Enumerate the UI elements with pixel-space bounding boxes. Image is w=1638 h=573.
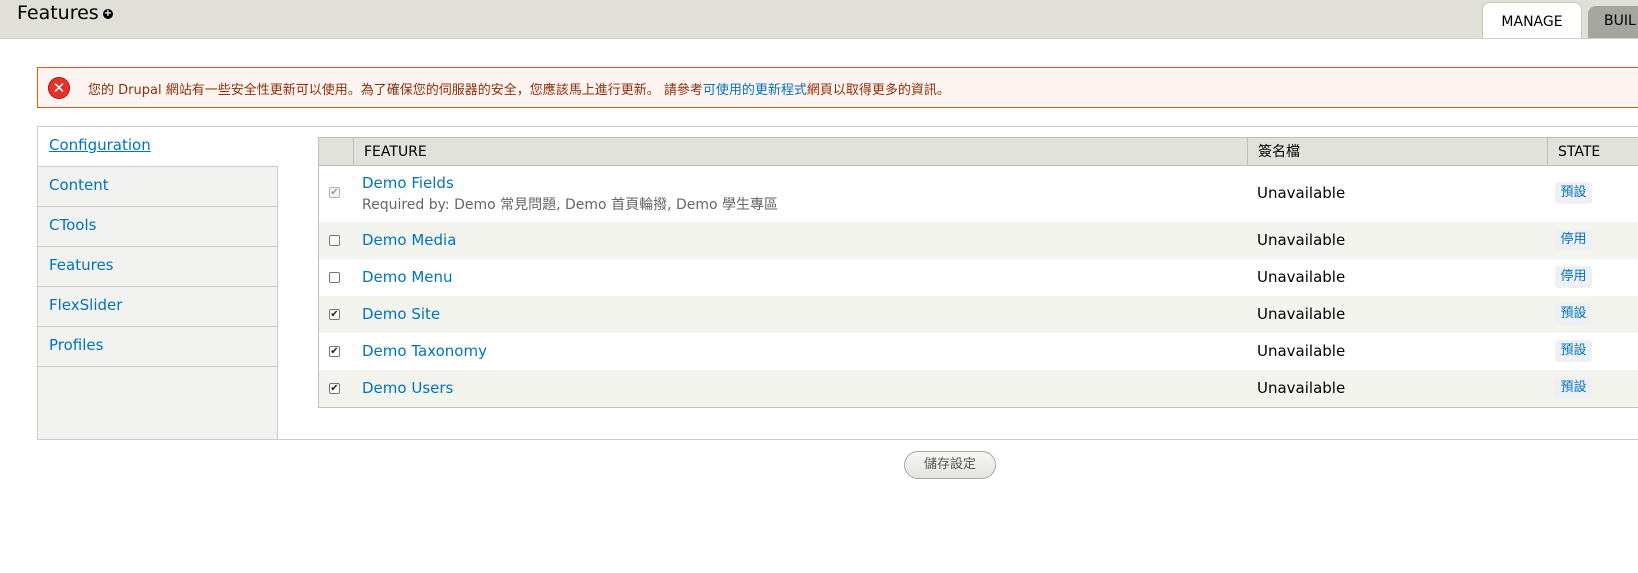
state-badge[interactable]: 預設 [1555, 377, 1592, 399]
available-updates-link[interactable]: 可使用的更新程式 [703, 83, 807, 98]
vtab-features[interactable]: Features [38, 247, 277, 287]
message-text-before: 您的 Drupal 網站有一些安全性更新可以使用。為了確保您的伺服器的安全，您應… [88, 83, 703, 98]
message-text-after: 網頁以取得更多的資訊。 [806, 83, 950, 98]
state-badge[interactable]: 預設 [1555, 182, 1592, 204]
feature-link[interactable]: Demo Fields [362, 174, 454, 192]
signature-value: Unavailable [1257, 231, 1346, 249]
features-table: FEATURE 簽名檔 STATE ✔ Demo Fields Required… [318, 137, 1638, 408]
column-header-state: STATE [1547, 138, 1638, 165]
state-badge[interactable]: 停用 [1555, 266, 1592, 288]
save-settings-button[interactable]: 儲存設定 [904, 451, 996, 479]
tab-manage[interactable]: MANAGE [1482, 2, 1582, 38]
feature-checkbox[interactable]: ✔ [329, 383, 340, 394]
page-header: Features + MANAGE BUIL [0, 0, 1638, 39]
vertical-tab-list: Configuration Content CTools Features Fl… [38, 127, 278, 439]
table-row: ✔ Demo Taxonomy Unavailable 預設 [319, 333, 1638, 370]
feature-link[interactable]: Demo Media [362, 231, 456, 249]
state-badge[interactable]: 預設 [1555, 340, 1592, 362]
state-badge[interactable]: 停用 [1555, 229, 1592, 251]
feature-description: Required by: Demo 常見問題, Demo 首頁輪撥, Demo … [362, 197, 779, 213]
feature-checkbox: ✔ [329, 187, 340, 198]
table-row: ✔ Demo Fields Required by: Demo 常見問題, De… [319, 166, 1638, 222]
state-badge[interactable]: 預設 [1555, 303, 1592, 325]
security-update-message: ✕ 您的 Drupal 網站有一些安全性更新可以使用。為了確保您的伺服器的安全，… [37, 67, 1638, 108]
feature-link[interactable]: Demo Users [362, 379, 453, 397]
signature-value: Unavailable [1257, 305, 1346, 323]
column-header-feature: FEATURE [353, 138, 1243, 165]
vtab-content[interactable]: Content [38, 167, 277, 207]
feature-link[interactable]: Demo Site [362, 305, 440, 323]
column-header-signature: 簽名檔 [1247, 138, 1547, 165]
table-row: ✔ Demo Site Unavailable 預設 [319, 296, 1638, 333]
vtab-flexslider[interactable]: FlexSlider [38, 287, 277, 327]
page-title: Features [17, 2, 99, 24]
select-column-header [319, 138, 353, 165]
signature-value: Unavailable [1257, 268, 1346, 286]
signature-value: Unavailable [1257, 342, 1346, 360]
table-header: FEATURE 簽名檔 STATE [319, 138, 1638, 166]
feature-link[interactable]: Demo Taxonomy [362, 342, 487, 360]
error-x-icon: ✕ [48, 77, 70, 99]
table-row: Demo Media Unavailable 停用 [319, 222, 1638, 259]
feature-link[interactable]: Demo Menu [362, 268, 453, 286]
signature-value: Unavailable [1257, 379, 1346, 397]
vtab-profiles[interactable]: Profiles [38, 327, 277, 367]
table-row: Demo Menu Unavailable 停用 [319, 259, 1638, 296]
table-row: ✔ Demo Users Unavailable 預設 [319, 370, 1638, 407]
feature-checkbox[interactable]: ✔ [329, 346, 340, 357]
feature-checkbox[interactable] [329, 235, 340, 246]
signature-value: Unavailable [1257, 184, 1346, 202]
tab-build[interactable]: BUIL [1588, 6, 1638, 38]
vtab-configuration[interactable]: Configuration [38, 127, 278, 167]
message-text: 您的 Drupal 網站有一些安全性更新可以使用。為了確保您的伺服器的安全，您應… [88, 79, 950, 98]
vtab-ctools[interactable]: CTools [38, 207, 277, 247]
feature-checkbox[interactable]: ✔ [329, 309, 340, 320]
plus-circle-icon[interactable]: + [103, 9, 113, 19]
feature-checkbox[interactable] [329, 272, 340, 283]
